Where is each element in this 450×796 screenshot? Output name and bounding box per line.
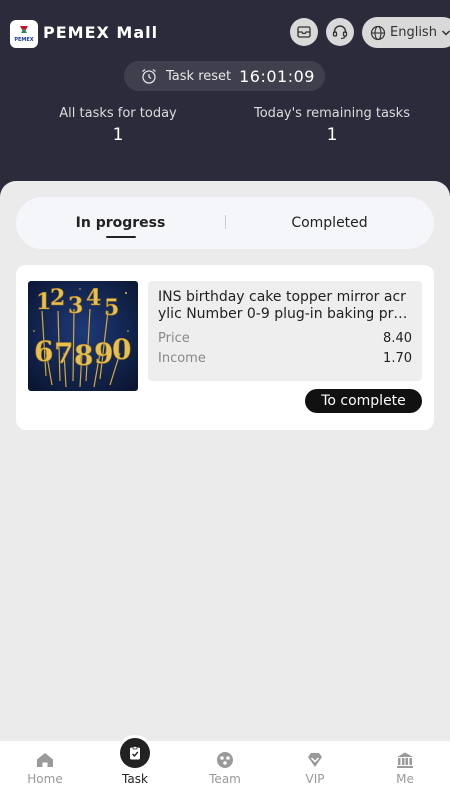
svg-text:PEMEX: PEMEX [14,37,33,43]
nav-item-task[interactable]: Task [90,741,180,796]
svg-text:2: 2 [50,285,65,311]
headset-icon [332,25,348,40]
income-value: 1.70 [383,351,412,366]
task-reset-timer: Task reset 16:01:09 [124,61,325,91]
app-logo: PEMEX [10,20,38,48]
svg-text:3: 3 [68,293,83,319]
svg-text:9: 9 [94,337,113,370]
nav-item-me[interactable]: Me [360,741,450,796]
tab-divider [225,215,226,229]
tab-completed[interactable]: Completed [225,197,434,249]
remaining-tasks-stat: Today's remaining tasks 1 [232,106,432,145]
message-button[interactable] [290,18,318,46]
mail-icon [297,26,311,38]
active-tab-indicator [106,236,136,238]
svg-text:6: 6 [34,335,53,368]
all-tasks-stat: All tasks for today 1 [18,106,218,145]
to-complete-button[interactable]: To complete [305,389,422,413]
product-name: INS birthday cake topper mirror acrylic … [158,289,408,322]
chevron-down-icon [441,29,450,36]
svg-text:0: 0 [112,333,131,366]
pemex-logo-icon: PEMEX [14,26,34,43]
task-reset-countdown: 16:01:09 [239,66,315,86]
remaining-tasks-value: 1 [326,125,338,145]
svg-text:4: 4 [86,285,101,311]
svg-text:7: 7 [54,337,73,370]
svg-text:8: 8 [74,339,93,372]
nav-label-team: Team [209,772,241,786]
all-tasks-label: All tasks for today [59,106,177,121]
svg-text:5: 5 [104,295,119,321]
app-title: PEMEX Mall [43,23,159,42]
nav-label-vip: VIP [305,772,325,786]
nav-label-home: Home [27,772,63,786]
nav-label-me: Me [396,772,414,786]
nav-item-team[interactable]: Team [180,741,270,796]
price-label: Price [158,331,190,346]
nav-item-vip[interactable]: VIP [270,741,360,796]
language-label: English [390,25,437,40]
task-reset-label: Task reset [166,68,232,84]
tab-in-progress[interactable]: In progress [16,197,225,249]
home-icon [37,753,53,767]
remaining-tasks-label: Today's remaining tasks [254,106,410,121]
nav-item-home[interactable]: Home [0,741,90,796]
product-image: 1 2 3 4 5 6 7 8 9 0 [28,281,138,391]
price-value: 8.40 [383,331,412,346]
team-icon [217,752,233,768]
customer-service-button[interactable] [326,18,354,46]
alarm-clock-icon [142,68,156,84]
language-selector[interactable]: English [362,17,450,48]
income-label: Income [158,351,206,366]
globe-icon [370,25,386,40]
all-tasks-value: 1 [112,125,124,145]
vip-icon [308,753,322,767]
cake-topper-image: 1 2 3 4 5 6 7 8 9 0 [28,281,138,391]
bank-icon [397,752,413,768]
nav-label-task: Task [122,772,148,786]
